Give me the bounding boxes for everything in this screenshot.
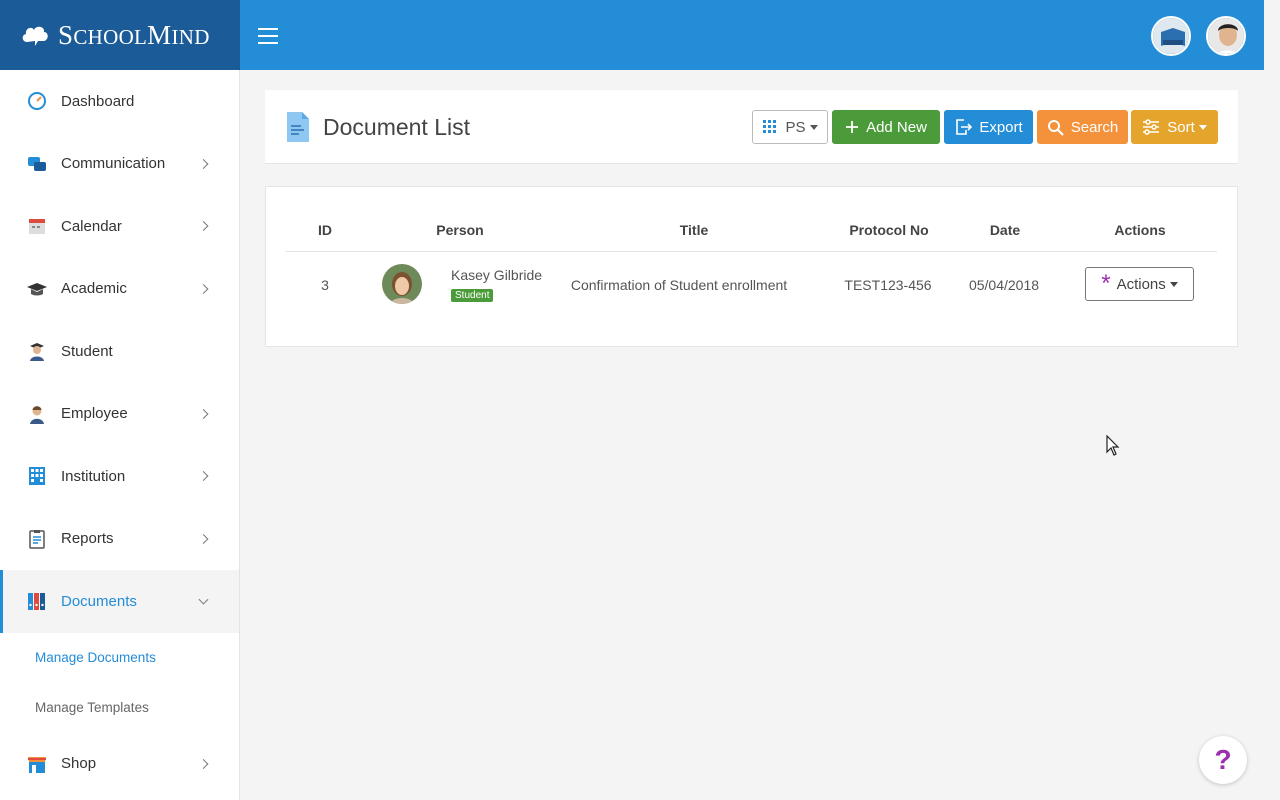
page-header: Document List PS Add New Export Search S… (265, 90, 1238, 164)
chevron-right-icon (198, 758, 209, 769)
binders-icon (27, 591, 47, 611)
cell-id: 3 (321, 277, 329, 293)
sidebar-subitem-manage-templates[interactable]: Manage Templates (0, 683, 239, 733)
sidebar-item-label: Calendar (61, 217, 122, 235)
sidebar-item-shop[interactable]: Shop (0, 733, 239, 796)
person-photo-icon (382, 264, 422, 304)
plus-icon (845, 120, 859, 134)
column-header-actions: Actions (1114, 222, 1166, 238)
asterisk-icon: * (1101, 270, 1111, 297)
store-icon (27, 754, 47, 774)
sidebar-item-label: Documents (61, 592, 137, 610)
sidebar-item-employee[interactable]: Employee (0, 383, 239, 446)
calendar-icon (27, 216, 47, 236)
user-avatar[interactable] (1206, 16, 1246, 56)
sidebar-item-label: Student (61, 342, 113, 360)
sidebar-item-calendar[interactable]: Calendar (0, 195, 239, 258)
column-header-protocol-no[interactable]: Protocol No (849, 222, 928, 238)
ps-dropdown-button[interactable]: PS (752, 110, 828, 144)
role-badge: Student (451, 289, 494, 302)
sidebar-item-communication[interactable]: Communication (0, 133, 239, 196)
brand-logo[interactable]: SCHOOLMIND (0, 0, 240, 70)
column-header-date[interactable]: Date (990, 222, 1020, 238)
cell-date: 05/04/2018 (968, 277, 1040, 293)
chevron-right-icon (198, 158, 209, 169)
cloud-logo-icon (22, 26, 48, 46)
sort-label: Sort (1167, 118, 1195, 136)
mouse-cursor-icon (1106, 435, 1120, 456)
person-avatar[interactable] (382, 264, 422, 304)
cell-protocol-no: TEST123-456 (844, 277, 932, 293)
sidebar-item-label: Institution (61, 467, 126, 485)
sidebar-item-reports[interactable]: Reports (0, 508, 239, 571)
export-button[interactable]: Export (944, 110, 1033, 144)
document-icon (287, 112, 309, 142)
chevron-right-icon (198, 408, 209, 419)
help-button[interactable]: ? (1199, 736, 1247, 784)
sidebar-item-documents[interactable]: Documents (0, 570, 239, 633)
grid-icon (762, 119, 778, 135)
header-divider (286, 251, 1217, 252)
chevron-down-icon (198, 594, 209, 605)
search-icon (1047, 119, 1064, 136)
sidebar: Dashboard Communication Calendar Academi… (0, 70, 240, 800)
ps-label: PS (785, 118, 806, 136)
document-table: ID Person Title Protocol No Date Actions… (265, 186, 1238, 347)
column-header-id[interactable]: ID (318, 222, 332, 238)
brand-name: SCHOOLMIND (58, 19, 210, 50)
person-name[interactable]: Kasey Gilbride (451, 267, 542, 283)
search-button[interactable]: Search (1037, 110, 1128, 144)
cell-title: Confirmation of Student enrollment (570, 277, 788, 293)
chevron-right-icon (198, 471, 209, 482)
sidebar-item-dashboard[interactable]: Dashboard (0, 70, 239, 133)
gauge-icon (27, 91, 47, 111)
sidebar-item-label: Academic (61, 280, 127, 298)
sidebar-item-student[interactable]: Student (0, 320, 239, 383)
sidebar-subitem-manage-documents[interactable]: Manage Documents (0, 633, 239, 683)
export-label: Export (979, 118, 1023, 136)
institution-avatar[interactable] (1151, 16, 1191, 56)
add-new-button[interactable]: Add New (832, 110, 940, 144)
column-header-title[interactable]: Title (680, 222, 709, 238)
clipboard-icon (27, 529, 47, 549)
sort-dropdown-button[interactable]: Sort (1131, 110, 1218, 144)
caret-down-icon (809, 124, 818, 130)
sidebar-item-label: Employee (61, 405, 128, 423)
scrollbar[interactable] (1264, 0, 1280, 800)
sliders-icon (1142, 119, 1160, 135)
export-icon (954, 118, 973, 136)
menu-toggle-icon[interactable] (258, 28, 280, 48)
sidebar-item-label: Reports (61, 530, 114, 548)
caret-down-icon (1169, 281, 1178, 287)
caret-down-icon (1198, 124, 1207, 130)
sidebar-item-label: Shop (61, 755, 97, 773)
search-label: Search (1070, 118, 1119, 136)
add-new-label: Add New (866, 118, 927, 136)
graduation-cap-icon (27, 279, 47, 299)
chevron-right-icon (198, 533, 209, 544)
column-header-person[interactable]: Person (436, 222, 483, 238)
sidebar-item-label: Communication (61, 155, 166, 173)
student-icon (27, 341, 47, 362)
page-title: Document List (323, 114, 471, 140)
row-actions-button[interactable]: * Actions (1085, 267, 1194, 301)
building-icon (27, 466, 47, 486)
employee-icon (27, 404, 47, 424)
chat-icon (27, 154, 47, 174)
chevron-right-icon (198, 221, 209, 232)
chevron-right-icon (198, 283, 209, 294)
sidebar-item-institution[interactable]: Institution (0, 445, 239, 508)
actions-label: Actions (1116, 275, 1166, 293)
top-bar (240, 0, 1264, 70)
sidebar-item-academic[interactable]: Academic (0, 258, 239, 321)
sidebar-item-label: Dashboard (61, 92, 135, 110)
